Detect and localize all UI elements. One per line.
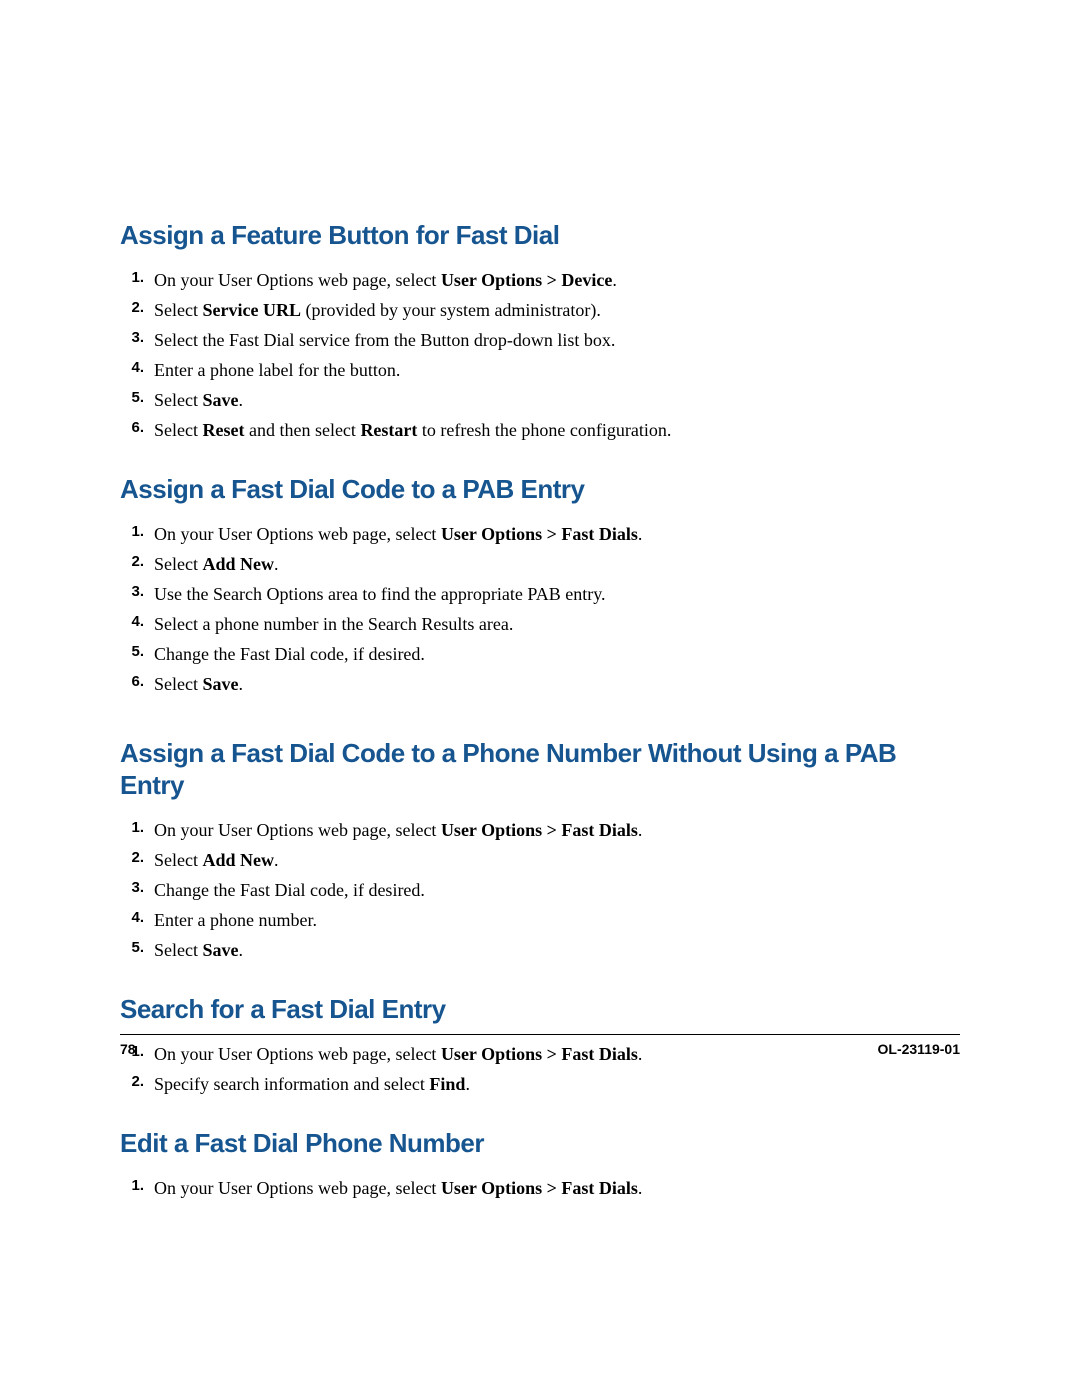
step-item: 3. Use the Search Options area to find th… (120, 581, 960, 608)
step-text: . (274, 850, 279, 870)
bold-text: Reset (202, 420, 244, 440)
step-number: 6. (126, 417, 144, 440)
step-number: 5. (126, 937, 144, 960)
bold-text: User Options > Fast Dials (441, 1178, 638, 1198)
step-text: . (274, 554, 279, 574)
step-item: 4. Select a phone number in the Search Re… (120, 611, 960, 638)
step-number: 2. (126, 847, 144, 870)
step-number: 4. (126, 357, 144, 380)
step-item: 4. Enter a phone label for the button. (120, 357, 960, 384)
step-text: and then select (244, 420, 360, 440)
step-text: Select a phone number in the Search Resu… (154, 614, 513, 634)
step-text: . (638, 1178, 643, 1198)
step-item: 3. Change the Fast Dial code, if desired. (120, 877, 960, 904)
step-item: 6. Select Reset and then select Restart t… (120, 417, 960, 444)
bold-text: Add New (202, 554, 274, 574)
step-item: 2. Select Add New. (120, 847, 960, 874)
step-list: 1.On your User Options web page, select … (120, 1175, 960, 1202)
step-text: On your User Options web page, select (154, 820, 441, 840)
step-item: 5. Select Save. (120, 387, 960, 414)
step-number: 5. (126, 641, 144, 664)
step-number: 6. (126, 671, 144, 694)
step-text: Enter a phone number. (154, 910, 317, 930)
bold-text: Service URL (202, 300, 300, 320)
step-text: to refresh the phone configuration. (417, 420, 671, 440)
section-heading: Assign a Fast Dial Code to a Phone Numbe… (120, 738, 960, 800)
section-heading: Assign a Feature Button for Fast Dial (120, 220, 960, 251)
section-heading: Assign a Fast Dial Code to a PAB Entry (120, 474, 960, 505)
step-text: Enter a phone label for the button. (154, 360, 400, 380)
step-number: 3. (126, 581, 144, 604)
step-text: Change the Fast Dial code, if desired. (154, 644, 425, 664)
step-number: 3. (126, 327, 144, 350)
step-text: Select (154, 940, 202, 960)
step-item: 3. Select the Fast Dial service from the … (120, 327, 960, 354)
step-number: 1. (126, 521, 144, 544)
bold-text: Save (202, 390, 238, 410)
step-text: . (638, 524, 643, 544)
step-text: Change the Fast Dial code, if desired. (154, 880, 425, 900)
step-number: 4. (126, 611, 144, 634)
step-text: Select the Fast Dial service from the Bu… (154, 330, 615, 350)
step-item: 4. Enter a phone number. (120, 907, 960, 934)
bold-text: User Options > Fast Dials (441, 524, 638, 544)
step-number: 1. (126, 817, 144, 840)
step-number: 2. (126, 297, 144, 320)
document-page: Assign a Feature Button for Fast Dial 1. O… (0, 0, 1080, 1397)
page-number: 78 (120, 1041, 136, 1057)
step-text: Select (154, 300, 202, 320)
step-text: . (465, 1074, 470, 1094)
bold-text: Save (202, 674, 238, 694)
step-item: 2. Select Service URL (provided by your s… (120, 297, 960, 324)
step-item: 1.On your User Options web page, select … (120, 1175, 960, 1202)
step-number: 2. (126, 1071, 144, 1094)
section-heading: Edit a Fast Dial Phone Number (120, 1128, 960, 1159)
step-item: 5. Select Save. (120, 937, 960, 964)
bold-text: Restart (360, 420, 417, 440)
step-list: 1.On your User Options web page, select … (120, 267, 960, 444)
step-item: 1.On your User Options web page, select … (120, 817, 960, 844)
step-item: 2.Specify search information and select … (120, 1071, 960, 1098)
step-list: 1.On your User Options web page, select … (120, 817, 960, 964)
step-text: Select (154, 674, 202, 694)
bold-text: Add New (202, 850, 274, 870)
step-text: . (238, 674, 243, 694)
step-text: On your User Options web page, select (154, 524, 441, 544)
step-item: 1.On your User Options web page, select … (120, 521, 960, 548)
step-text: . (238, 390, 243, 410)
bold-text: Find (429, 1074, 465, 1094)
step-text: (provided by your system administrator). (301, 300, 601, 320)
bold-text: Save (202, 940, 238, 960)
step-list: 1.On your User Options web page, select … (120, 521, 960, 698)
step-item: 5. Change the Fast Dial code, if desired. (120, 641, 960, 668)
page-footer: 78 OL-23119-01 (120, 1034, 960, 1057)
step-text: . (612, 270, 617, 290)
step-number: 3. (126, 877, 144, 900)
step-number: 5. (126, 387, 144, 410)
step-text: Select (154, 390, 202, 410)
bold-text: User Options > Fast Dials (441, 820, 638, 840)
step-item: 6. Select Save. (120, 671, 960, 698)
step-text: Specify search information and select (154, 1074, 429, 1094)
step-text: Select (154, 420, 202, 440)
step-item: 1.On your User Options web page, select … (120, 267, 960, 294)
step-number: 1. (126, 267, 144, 290)
step-text: Select (154, 850, 202, 870)
step-number: 1. (126, 1175, 144, 1198)
step-item: 2. Select Add New. (120, 551, 960, 578)
step-text: On your User Options web page, select (154, 1178, 441, 1198)
document-id: OL-23119-01 (878, 1041, 961, 1057)
section-heading: Search for a Fast Dial Entry (120, 994, 960, 1025)
step-text: Select (154, 554, 202, 574)
step-number: 2. (126, 551, 144, 574)
bold-text: User Options > Device (441, 270, 612, 290)
step-number: 4. (126, 907, 144, 930)
step-text: . (638, 820, 643, 840)
step-text: Use the Search Options area to find the … (154, 584, 606, 604)
step-text: . (238, 940, 243, 960)
step-text: On your User Options web page, select (154, 270, 441, 290)
